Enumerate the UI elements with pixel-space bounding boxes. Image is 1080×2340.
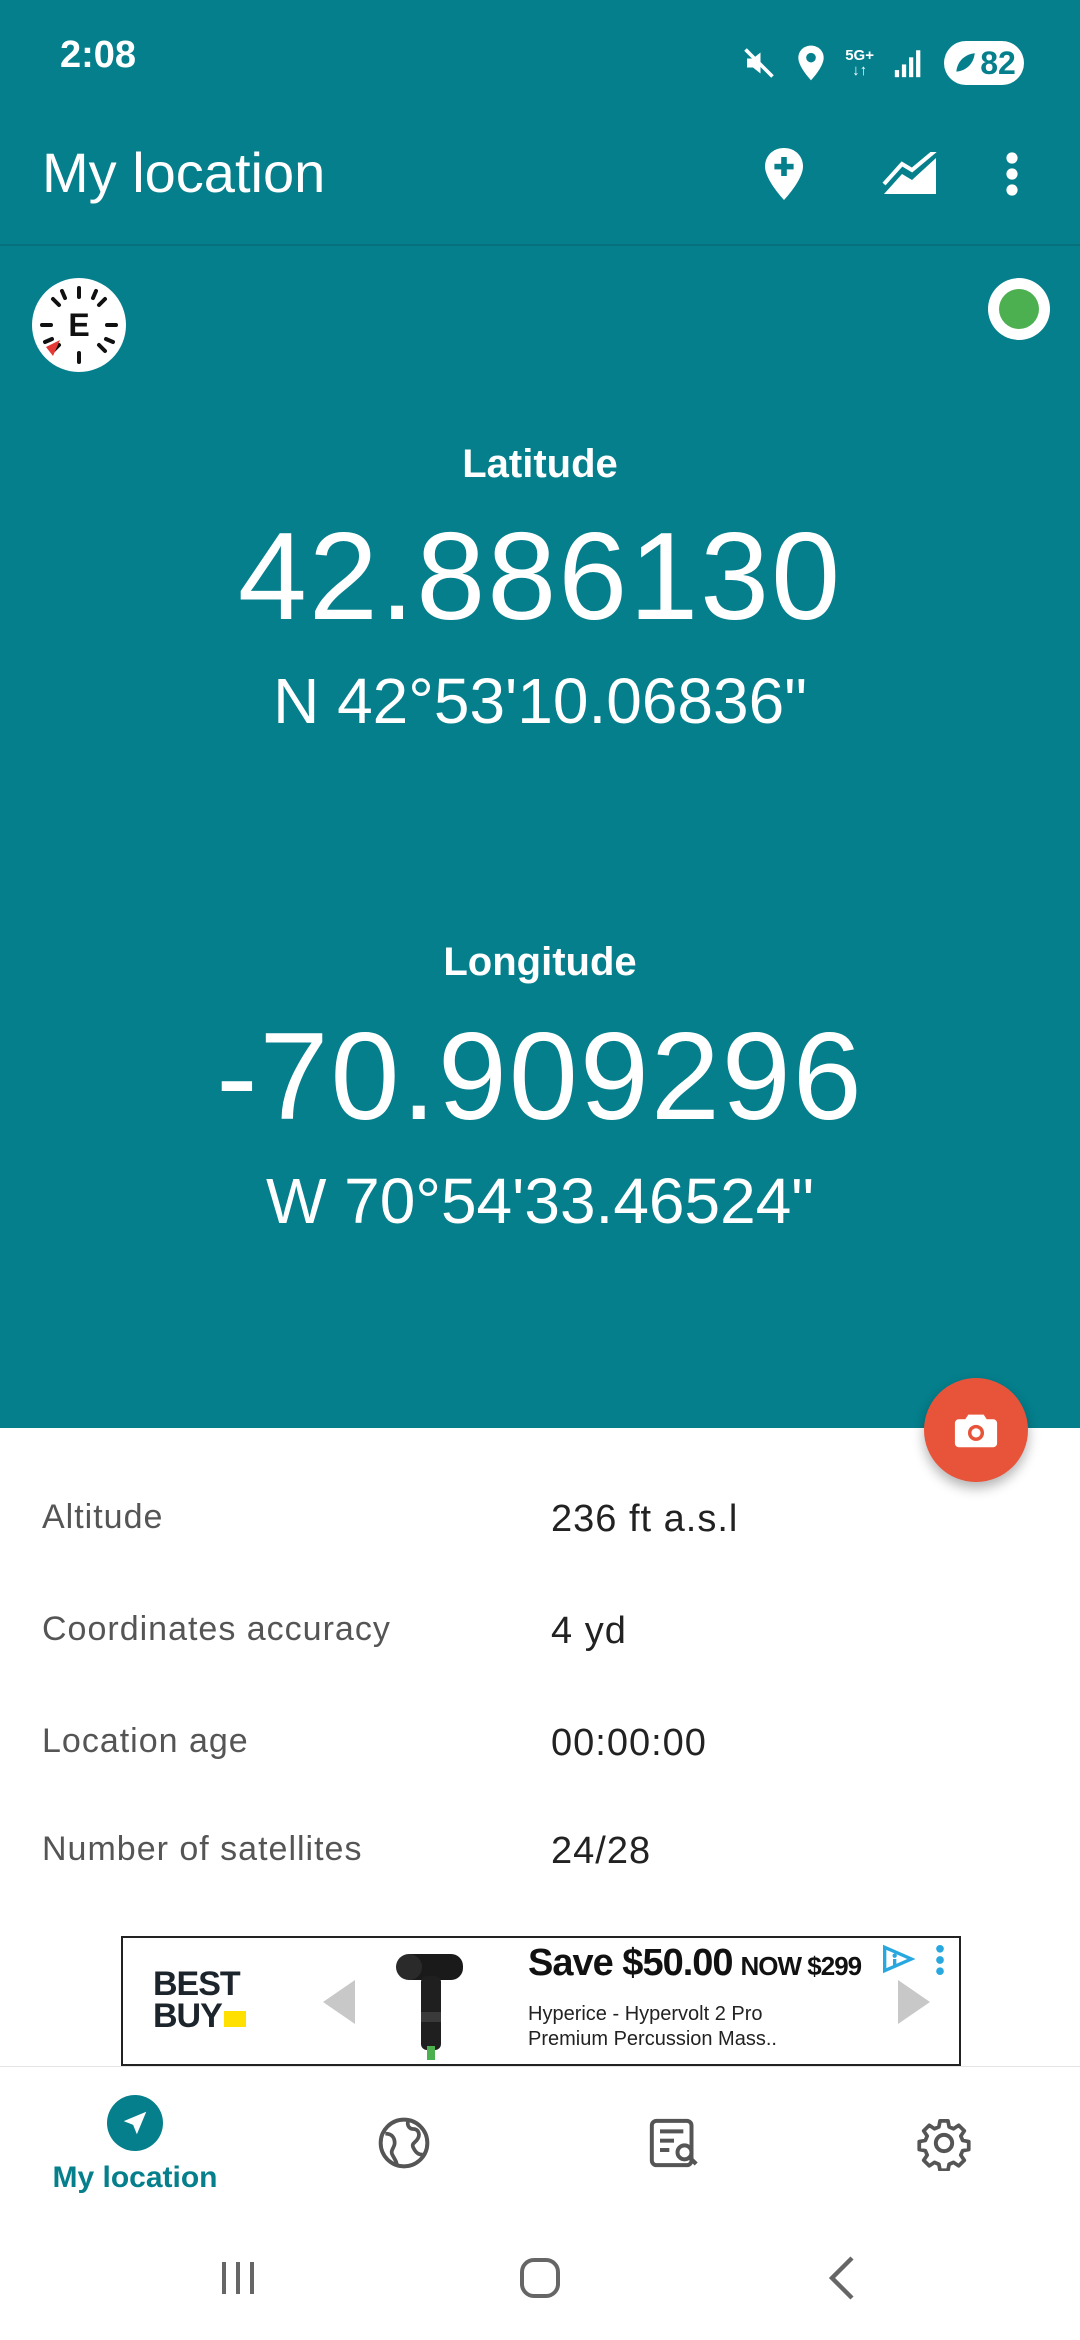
more-options-button[interactable] (982, 134, 1042, 214)
gear-icon (917, 2118, 971, 2171)
home-icon (520, 2258, 560, 2298)
detail-row-accuracy: Coordinates accuracy 4 yd (0, 1610, 1080, 1670)
detail-value: 24/28 (551, 1830, 652, 1872)
nav-my-location[interactable]: My location (30, 2067, 240, 2217)
page-title: My location (42, 141, 326, 204)
app-bar: My location (0, 100, 1080, 246)
detail-value: 00:00:00 (551, 1722, 707, 1764)
back-icon (828, 2256, 854, 2300)
network-type: 5G+ ↓↑ (845, 47, 874, 79)
ad-description: Hyperice - Hypervolt 2 Pro Premium Percu… (528, 2003, 777, 2050)
ad-product-image (391, 1946, 471, 2062)
add-location-button[interactable] (744, 134, 824, 214)
mute-icon (741, 45, 777, 81)
status-icons: 5G+ ↓↑ 82 (741, 40, 1024, 86)
ad-next-arrow-icon[interactable] (898, 1980, 930, 2024)
detail-label: Location age (42, 1722, 249, 1760)
compass-letter: E (68, 307, 89, 343)
signal-icon (892, 46, 926, 80)
compass-icon[interactable]: E (32, 278, 126, 372)
detail-label: Coordinates accuracy (42, 1610, 391, 1648)
ad-headline: Save $50.00 NOW $299 (528, 1942, 862, 1984)
detail-label: Altitude (42, 1498, 164, 1536)
system-navigation-bar (0, 2216, 1080, 2340)
list-search-icon (649, 2118, 698, 2168)
ad-choices-icon[interactable] (881, 1944, 916, 1979)
nav-map[interactable] (354, 2067, 454, 2217)
navigation-arrow-icon (107, 2095, 163, 2151)
status-bar: 2:08 5G+ ↓↑ 82 (0, 0, 1080, 100)
longitude-dms: W 70°54'33.46524" (265, 1165, 815, 1237)
detail-value: 4 yd (551, 1610, 627, 1652)
ad-banner[interactable]: BEST BUY Save $50.00 NOW $299 Hyperice - … (121, 1936, 961, 2066)
coordinates-panel: E Latitude 42.886130 N 42°53'10.06836" L… (0, 246, 1080, 1428)
elevation-chart-button[interactable] (870, 134, 950, 214)
nav-saved-locations[interactable] (624, 2067, 724, 2217)
elevation-chart-icon (882, 152, 937, 194)
camera-icon (954, 1414, 998, 1448)
bottom-navigation: My location (0, 2066, 1080, 2216)
detail-label: Number of satellites (42, 1830, 363, 1868)
latitude-label: Latitude (462, 442, 618, 486)
add-location-icon (765, 148, 803, 200)
ad-prev-arrow-icon[interactable] (323, 1980, 355, 2024)
back-button[interactable] (802, 2246, 882, 2310)
ad-brand-logo: BEST BUY (153, 1967, 246, 2033)
home-button[interactable] (500, 2246, 580, 2310)
location-pin-icon (795, 44, 827, 82)
detail-row-altitude: Altitude 236 ft a.s.l (0, 1498, 1080, 1558)
recent-apps-icon (222, 2262, 254, 2294)
battery-level: 82 (980, 44, 1016, 81)
status-time: 2:08 (60, 34, 137, 76)
more-vert-icon (1006, 152, 1018, 196)
latitude-dms: N 42°53'10.06836" (273, 665, 807, 737)
detail-row-location-age: Location age 00:00:00 (0, 1722, 1080, 1782)
detail-row-satellites: Number of satellites 24/28 (0, 1830, 1080, 1890)
longitude-label: Longitude (443, 940, 637, 984)
gps-status-indicator (988, 278, 1050, 340)
nav-settings[interactable] (894, 2067, 994, 2217)
camera-button[interactable] (924, 1378, 1028, 1482)
latitude-decimal: 42.886130 (237, 508, 843, 646)
battery-icon: 82 (944, 41, 1024, 85)
longitude-decimal: -70.909296 (216, 1008, 864, 1146)
globe-icon (378, 2117, 430, 2169)
recent-apps-button[interactable] (198, 2246, 278, 2310)
ad-more-icon[interactable] (935, 1944, 945, 1981)
detail-value: 236 ft a.s.l (551, 1498, 739, 1540)
nav-label: My location (52, 2161, 218, 2194)
